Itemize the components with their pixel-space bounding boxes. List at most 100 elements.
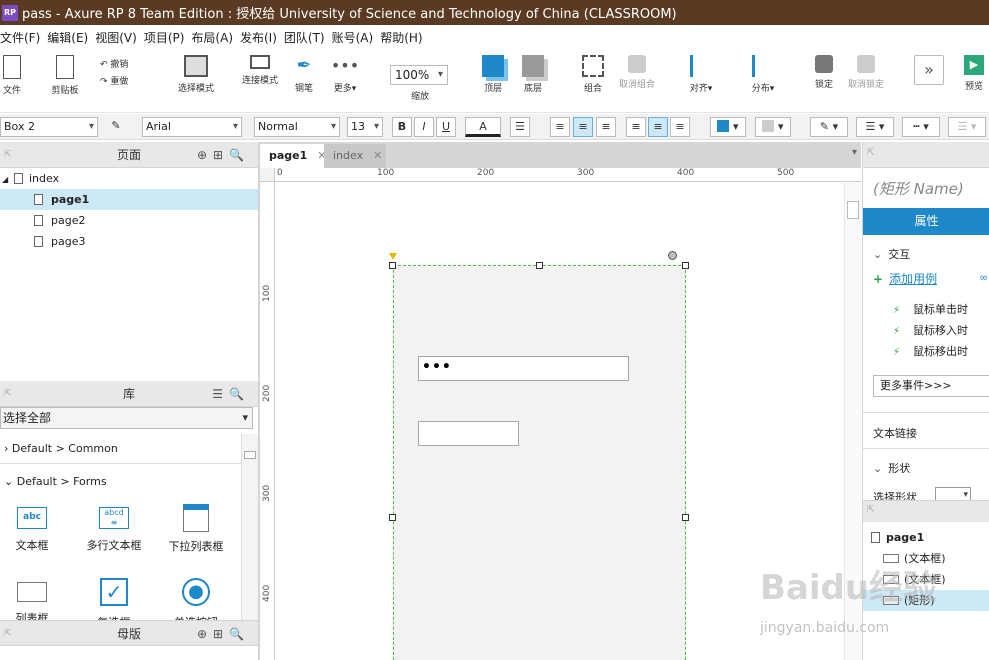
select-mode-button[interactable]: 选择模式 xyxy=(168,55,224,94)
page-item-index[interactable]: ◢ index xyxy=(0,168,258,189)
lock-icon xyxy=(815,55,833,73)
font-style-select[interactable]: Normal xyxy=(254,117,340,137)
page-icon xyxy=(34,215,43,226)
line-width-button[interactable]: ☰ ▾ xyxy=(856,117,894,137)
tab-properties[interactable]: 属性 xyxy=(863,208,989,235)
more-events-dropdown[interactable]: 更多事件>>> xyxy=(873,375,989,397)
event-onmouseenter[interactable]: ⚡ 鼠标移入时 xyxy=(893,322,968,338)
link-icon[interactable]: ∞ xyxy=(979,271,988,284)
bring-to-front-button[interactable]: 顶层 xyxy=(480,55,506,94)
preview-button[interactable]: ▶ 预览 xyxy=(962,55,986,92)
redo-icon: ↷ xyxy=(100,77,111,87)
scroll-thumb[interactable] xyxy=(244,451,256,459)
widget-text-field[interactable]: abc 文本框 xyxy=(0,507,68,553)
menu-edit[interactable]: 编辑(E) xyxy=(47,29,95,46)
rotate-handle-icon[interactable] xyxy=(668,251,677,260)
page-item-page1[interactable]: page1 xyxy=(0,189,258,210)
zoom-select[interactable]: 100% xyxy=(390,65,448,85)
close-icon[interactable]: ✕ xyxy=(373,149,382,162)
library-scrollbar[interactable] xyxy=(241,434,258,620)
library-panel-actions[interactable]: ☰🔍 xyxy=(212,381,250,407)
undo-button[interactable]: ↶ 撤销 xyxy=(100,57,140,70)
tab-index[interactable]: index ✕ xyxy=(324,144,386,168)
outline-page[interactable]: page1 xyxy=(863,527,989,548)
inspector-header: ⇱ xyxy=(863,142,989,168)
shadow-button[interactable]: ▾ xyxy=(755,117,791,137)
library-group-forms[interactable]: ⌄ Default > Forms xyxy=(0,467,241,497)
font-size-select[interactable]: 13 xyxy=(347,117,383,137)
corner-radius-handle-icon[interactable] xyxy=(389,253,397,260)
resize-handle[interactable] xyxy=(682,262,689,269)
shape-name-input[interactable]: (矩形 Name) xyxy=(873,178,964,199)
send-back-icon xyxy=(522,55,544,77)
plus-icon: + xyxy=(873,272,884,286)
page-item-page3[interactable]: page3 xyxy=(0,231,258,252)
add-case-link[interactable]: + 添加用例 xyxy=(873,270,937,287)
menu-publish[interactable]: 发布(I) xyxy=(240,29,284,46)
event-onclick[interactable]: ⚡ 鼠标单击时 xyxy=(893,301,968,317)
align-button[interactable]: 对齐▾ xyxy=(686,55,716,94)
password-field[interactable]: ••• xyxy=(418,356,629,381)
menu-account[interactable]: 账号(A) xyxy=(332,29,381,46)
line-color-button[interactable]: ✎ ▾ xyxy=(810,117,848,137)
widget-textarea[interactable]: abcd ≡ 多行文本框 xyxy=(78,507,150,553)
selected-rectangle-widget[interactable] xyxy=(393,265,686,660)
bullet-list-icon[interactable]: ☰ xyxy=(510,117,530,137)
format-painter-icon[interactable]: ✎ xyxy=(106,117,126,137)
event-icon: ⚡ xyxy=(893,305,901,316)
font-select[interactable]: Arial xyxy=(142,117,242,137)
text-link-section[interactable]: 文本链接 xyxy=(873,425,917,441)
file-button[interactable]: 文件 xyxy=(0,55,24,96)
menu-team[interactable]: 团队(T) xyxy=(284,29,332,46)
masters-panel-actions[interactable]: ⊕⊞🔍 xyxy=(197,621,250,647)
event-onmouseout[interactable]: ⚡ 鼠标移出时 xyxy=(893,343,968,359)
library-select[interactable]: 选择全部 xyxy=(0,407,253,429)
menu-arrange[interactable]: 布局(A) xyxy=(191,29,240,46)
line-style-button[interactable]: ┅ ▾ xyxy=(902,117,940,137)
pages-panel-actions[interactable]: ⊕⊞🔍 xyxy=(197,142,250,168)
widget-dropdown[interactable]: 下拉列表框 xyxy=(160,504,232,554)
underline-button[interactable]: U xyxy=(436,117,456,137)
menu-project[interactable]: 项目(P) xyxy=(144,29,192,46)
valign-bottom-icon[interactable]: ≡ xyxy=(670,117,690,137)
interaction-section[interactable]: ⌄ 交互 xyxy=(873,246,910,262)
send-to-back-button[interactable]: 底层 xyxy=(520,55,546,94)
resize-handle[interactable] xyxy=(389,262,396,269)
resize-handle[interactable] xyxy=(389,514,396,521)
ungroup-button[interactable]: 取消组合 xyxy=(617,55,657,90)
bold-button[interactable]: B xyxy=(392,117,412,137)
clipboard-button[interactable]: 剪贴板 xyxy=(48,55,82,96)
widget-name-select[interactable]: Box 2 xyxy=(0,117,98,137)
page-item-page2[interactable]: page2 xyxy=(0,210,258,231)
menu-file[interactable]: 文件(F) xyxy=(0,29,47,46)
align-right-icon[interactable]: ≡ xyxy=(596,117,616,137)
fill-color-button[interactable]: ▾ xyxy=(710,117,746,137)
distribute-button[interactable]: 分布▾ xyxy=(748,55,778,94)
resize-handle[interactable] xyxy=(536,262,543,269)
pen-button[interactable]: ✒ 钢笔 xyxy=(292,55,316,94)
lock-button[interactable]: 锁定 xyxy=(812,55,836,90)
menu-help[interactable]: 帮助(H) xyxy=(380,29,429,46)
tab-page1[interactable]: page1 ✕ xyxy=(260,144,327,168)
italic-button[interactable]: I xyxy=(414,117,434,137)
redo-button[interactable]: ↷ 重做 xyxy=(100,74,140,87)
library-group-common[interactable]: › Default > Common xyxy=(0,434,241,464)
connect-mode-button[interactable]: 连接模式 xyxy=(240,55,280,86)
valign-middle-icon[interactable]: ≡ xyxy=(648,117,668,137)
arrow-style-button[interactable]: ☰ ▾ xyxy=(948,117,986,137)
shape-section[interactable]: ⌄ 形状 xyxy=(873,460,910,476)
more-button[interactable]: ••• 更多▾ xyxy=(330,55,360,94)
font-color-button[interactable]: A xyxy=(465,117,501,137)
tab-menu-chevron-icon[interactable]: ▾ xyxy=(852,147,857,158)
menu-view[interactable]: 视图(V) xyxy=(95,29,144,46)
unlock-button[interactable]: 取消锁定 xyxy=(846,55,886,90)
align-center-icon[interactable]: ≡ xyxy=(573,117,593,137)
tree-collapse-icon[interactable]: ◢ xyxy=(0,169,14,190)
scroll-thumb[interactable] xyxy=(847,201,859,219)
resize-handle[interactable] xyxy=(682,514,689,521)
align-left-icon[interactable]: ≡ xyxy=(550,117,570,137)
group-button[interactable]: 组合 xyxy=(580,55,606,94)
valign-top-icon[interactable]: ≡ xyxy=(626,117,646,137)
expand-toolbar-button[interactable]: » xyxy=(913,55,945,89)
text-field[interactable] xyxy=(418,421,519,446)
